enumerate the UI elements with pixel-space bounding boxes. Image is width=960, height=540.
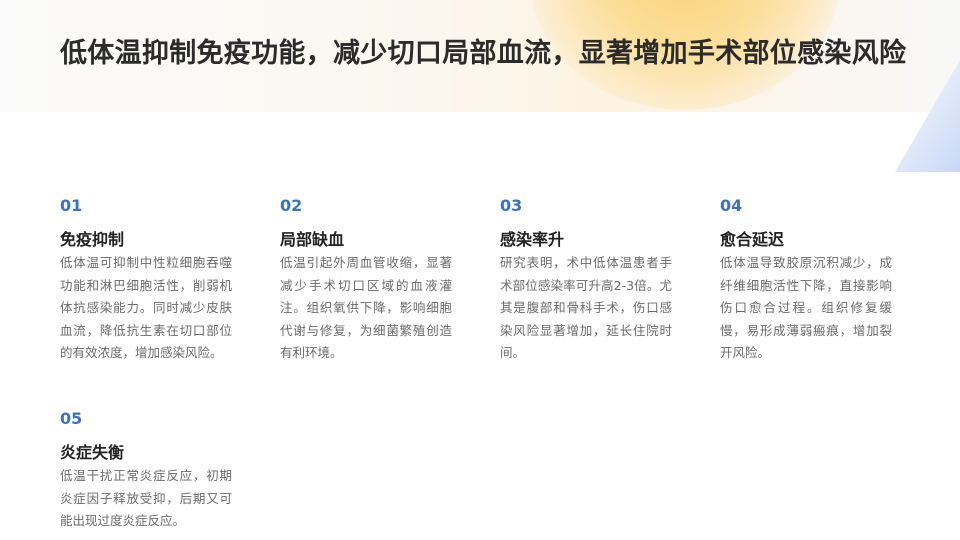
page-title: 低体温抑制免疫功能，减少切口局部血流，显著增加手术部位感染风险	[60, 38, 907, 69]
point-number: 01	[60, 196, 83, 215]
point-number: 02	[280, 196, 303, 215]
slide: 低体温抑制免疫功能，减少切口局部血流，显著增加手术部位感染风险 01 免疫抑制 …	[0, 0, 960, 540]
point-item-delayed-healing: 04 愈合延迟 低体温导致胶原沉积减少，成纤维细胞活性下降，直接影响伤口愈合过程…	[720, 196, 892, 365]
point-number: 05	[60, 409, 83, 428]
point-item-local-ischemia: 02 局部缺血 低温引起外周血管收缩，显著减少手术切口区域的血液灌注。组织氧供下…	[280, 196, 452, 365]
point-heading: 炎症失衡	[60, 443, 125, 462]
point-description: 低温引起外周血管收缩，显著减少手术切口区域的血液灌注。组织氧供下降，影响细胞代谢…	[280, 255, 452, 360]
point-number: 03	[500, 196, 523, 215]
point-heading: 免疫抑制	[60, 230, 125, 249]
point-item-infection-rate: 03 感染率升 研究表明，术中低体温患者手术部位感染率可升高2-3倍。尤其是腹部…	[500, 196, 672, 365]
point-description: 低体温导致胶原沉积减少，成纤维细胞活性下降，直接影响伤口愈合过程。组织修复缓慢，…	[720, 255, 892, 360]
point-number: 04	[720, 196, 743, 215]
point-heading: 局部缺血	[280, 230, 345, 249]
point-heading: 愈合延迟	[720, 230, 785, 249]
point-heading: 感染率升	[500, 230, 565, 249]
point-item-immune-suppression: 01 免疫抑制 低体温可抑制中性粒细胞吞噬功能和淋巴细胞活性，削弱机体抗感染能力…	[60, 196, 232, 365]
point-description: 研究表明，术中低体温患者手术部位感染率可升高2-3倍。尤其是腹部和骨科手术，伤口…	[500, 255, 672, 360]
point-description: 低温干扰正常炎症反应，初期炎症因子释放受抑，后期又可能出现过度炎症反应。	[60, 468, 232, 528]
point-description: 低体温可抑制中性粒细胞吞噬功能和淋巴细胞活性，削弱机体抗感染能力。同时减少皮肤血…	[60, 255, 232, 360]
point-item-inflammation-imbalance: 05 炎症失衡 低温干扰正常炎症反应，初期炎症因子释放受抑，后期又可能出现过度炎…	[60, 409, 232, 533]
